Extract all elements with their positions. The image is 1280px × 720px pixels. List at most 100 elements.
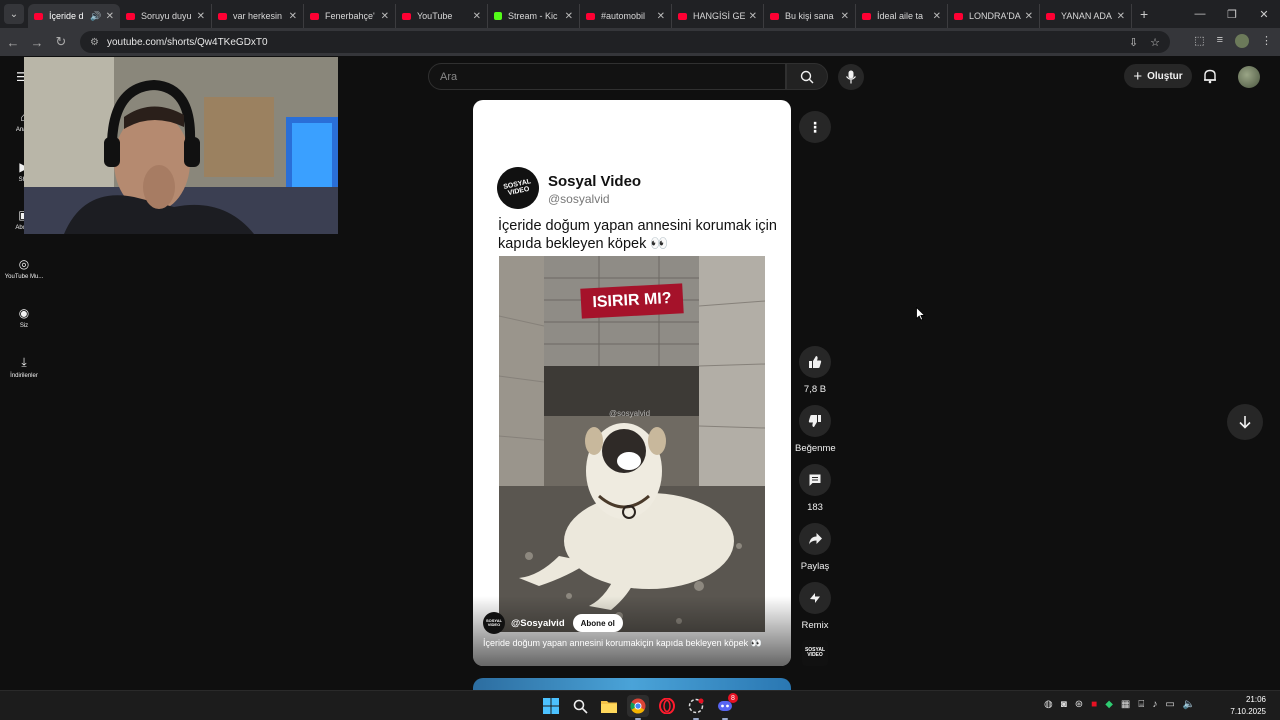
back-icon[interactable]: ← [2,35,24,50]
minimize-icon[interactable]: — [1184,8,1216,20]
opera-icon [659,698,675,714]
clock-date: 7.10.2025 [1230,707,1266,716]
more-options-button[interactable]: ⋮ [799,111,831,143]
taskbar-clock[interactable]: 21:06 7.10.2025 [1230,694,1266,718]
site-info-icon[interactable]: ⚙ [90,37,99,48]
address-bar[interactable]: ⚙ youtube.com/shorts/Qw4TKeGDxT0 ⇩ ☆ [80,31,1170,53]
browser-tab[interactable]: LONDRA'DA ✕ [948,4,1040,28]
remix-button[interactable] [799,582,831,614]
taskbar-app[interactable] [685,695,707,720]
tab-title: #automobil [601,11,646,21]
next-video-button[interactable] [1227,404,1263,440]
youtube-icon [954,12,963,20]
remix-action: Remix [795,582,835,631]
profile-avatar[interactable] [1235,34,1249,48]
speaker-icon[interactable]: 🔊 [90,11,101,22]
microphone-icon[interactable]: ♪ [1152,699,1157,710]
thumbs-up-icon [809,356,822,368]
subscribe-button[interactable]: Abone ol [572,614,623,632]
short-title[interactable]: İçeride doğum yapan annesini korumakiçin… [483,638,762,649]
maximize-icon[interactable]: ❐ [1216,8,1248,21]
browser-tab[interactable]: İdeal aile ta ✕ [856,4,948,28]
tray-security-icon[interactable]: ◆ [1105,699,1113,710]
kick-icon [494,12,502,20]
search-input[interactable] [440,70,770,83]
tray-steam-icon[interactable]: ⊛ [1075,699,1083,710]
close-tab-icon[interactable]: ✕ [1117,11,1125,22]
browser-menu-icon[interactable]: ⋮ [1261,34,1272,48]
browser-tab[interactable]: HANGİSİ GE ✕ [672,4,764,28]
volume-icon[interactable]: 🔈 [1183,699,1195,710]
like-button[interactable] [799,346,831,378]
browser-tab[interactable]: Bu kişi sana ✕ [764,4,856,28]
tray-app-icon[interactable]: ▦ [1121,699,1130,710]
sidebar-item-downloads[interactable]: ⤓ İndirilenler [0,355,48,379]
overlay-text: ISIRIR MI? [592,289,672,312]
taskbar-chrome[interactable] [627,695,649,720]
browser-tab[interactable]: YANAN ADA ✕ [1040,4,1132,28]
install-app-icon[interactable]: ⇩ [1129,36,1138,49]
chrome-icon [630,698,646,714]
close-tab-icon[interactable]: ✕ [657,11,665,22]
browser-tab[interactable]: İçeride d 🔊 ✕ [28,4,120,28]
taskbar-file-explorer[interactable] [598,695,620,717]
tray-discord-icon[interactable]: ◙ [1061,699,1067,710]
comments-button[interactable] [799,464,831,496]
browser-tab[interactable]: var herkesin ✕ [212,4,304,28]
browser-tab[interactable]: Soruyu duyu ✕ [120,4,212,28]
close-tab-icon[interactable]: ✕ [841,11,849,22]
tab-search-button[interactable]: ⌄ [4,4,24,24]
create-button[interactable]: + Oluştur [1124,64,1192,88]
taskbar-discord[interactable]: 8 [714,693,738,720]
taskbar-search[interactable] [569,695,591,717]
browser-tab[interactable]: Stream - Kic ✕ [488,4,580,28]
media-controls-icon[interactable]: ≡ [1217,34,1223,48]
reload-icon[interactable]: ↻ [50,34,72,50]
bookmark-star-icon[interactable]: ☆ [1150,36,1160,49]
channel-handle-link[interactable]: @Sosyalvid [511,618,565,629]
new-tab-icon[interactable]: + [1140,6,1148,22]
browser-tab[interactable]: Fenerbahçe' ✕ [304,4,396,28]
sidebar-item-youtube-music[interactable]: ◎ YouTube Mu... [0,257,48,280]
discord-notification-badge: 8 [728,693,738,703]
close-tab-icon[interactable]: ✕ [473,11,481,22]
channel-avatar[interactable]: SOSYAL VIDEO [483,612,505,634]
tab-title: LONDRA'DA [969,11,1021,21]
close-tab-icon[interactable]: ✕ [381,11,389,22]
start-button[interactable] [540,695,562,717]
shorts-video-player[interactable]: SOSYAL VIDEO Sosyal Video @sosyalvid İçe… [473,100,791,666]
close-tab-icon[interactable]: ✕ [933,11,941,22]
profile-icon: ◉ [18,306,30,320]
close-tab-icon[interactable]: ✕ [197,11,205,22]
close-tab-icon[interactable]: ✕ [106,11,114,22]
sidebar-item-you[interactable]: ◉ Siz [0,306,48,329]
browser-tab-strip: ⌄ İçeride d 🔊 ✕ Soruyu duyu ✕ var herkesin ✕… [0,0,1280,28]
notifications-button[interactable] [1202,68,1218,89]
browser-tab[interactable]: #automobil ✕ [580,4,672,28]
extensions-icon[interactable]: ⬚ [1194,34,1204,48]
dislike-button[interactable] [799,405,831,437]
browser-tab[interactable]: YouTube ✕ [396,4,488,28]
window-controls: — ❐ ✕ [1184,0,1280,28]
network-icon[interactable]: ▭ [1165,699,1174,710]
share-button[interactable] [799,523,831,555]
search-button[interactable] [786,63,828,90]
account-avatar[interactable] [1238,66,1260,88]
close-tab-icon[interactable]: ✕ [565,11,573,22]
close-tab-icon[interactable]: ✕ [1025,11,1033,22]
next-short-preview[interactable] [473,678,791,690]
taskbar-opera[interactable] [656,695,678,717]
tab-title: YouTube [417,11,453,21]
close-window-icon[interactable]: ✕ [1248,8,1280,21]
audio-source-thumbnail[interactable]: SOSYAL VIDEO [802,640,828,666]
remix-icon [810,593,820,603]
voice-search-button[interactable] [838,64,864,90]
tray-app-icon[interactable]: ■ [1091,699,1097,710]
usb-icon[interactable]: ⌸ [1138,699,1144,710]
close-tab-icon[interactable]: ✕ [749,11,757,22]
close-tab-icon[interactable]: ✕ [289,11,297,22]
post-handle: @sosyalvid [548,192,610,206]
cursor-arrow-icon [916,306,926,321]
forward-icon[interactable]: → [26,35,48,50]
tray-app-icon[interactable]: ◍ [1044,699,1053,710]
